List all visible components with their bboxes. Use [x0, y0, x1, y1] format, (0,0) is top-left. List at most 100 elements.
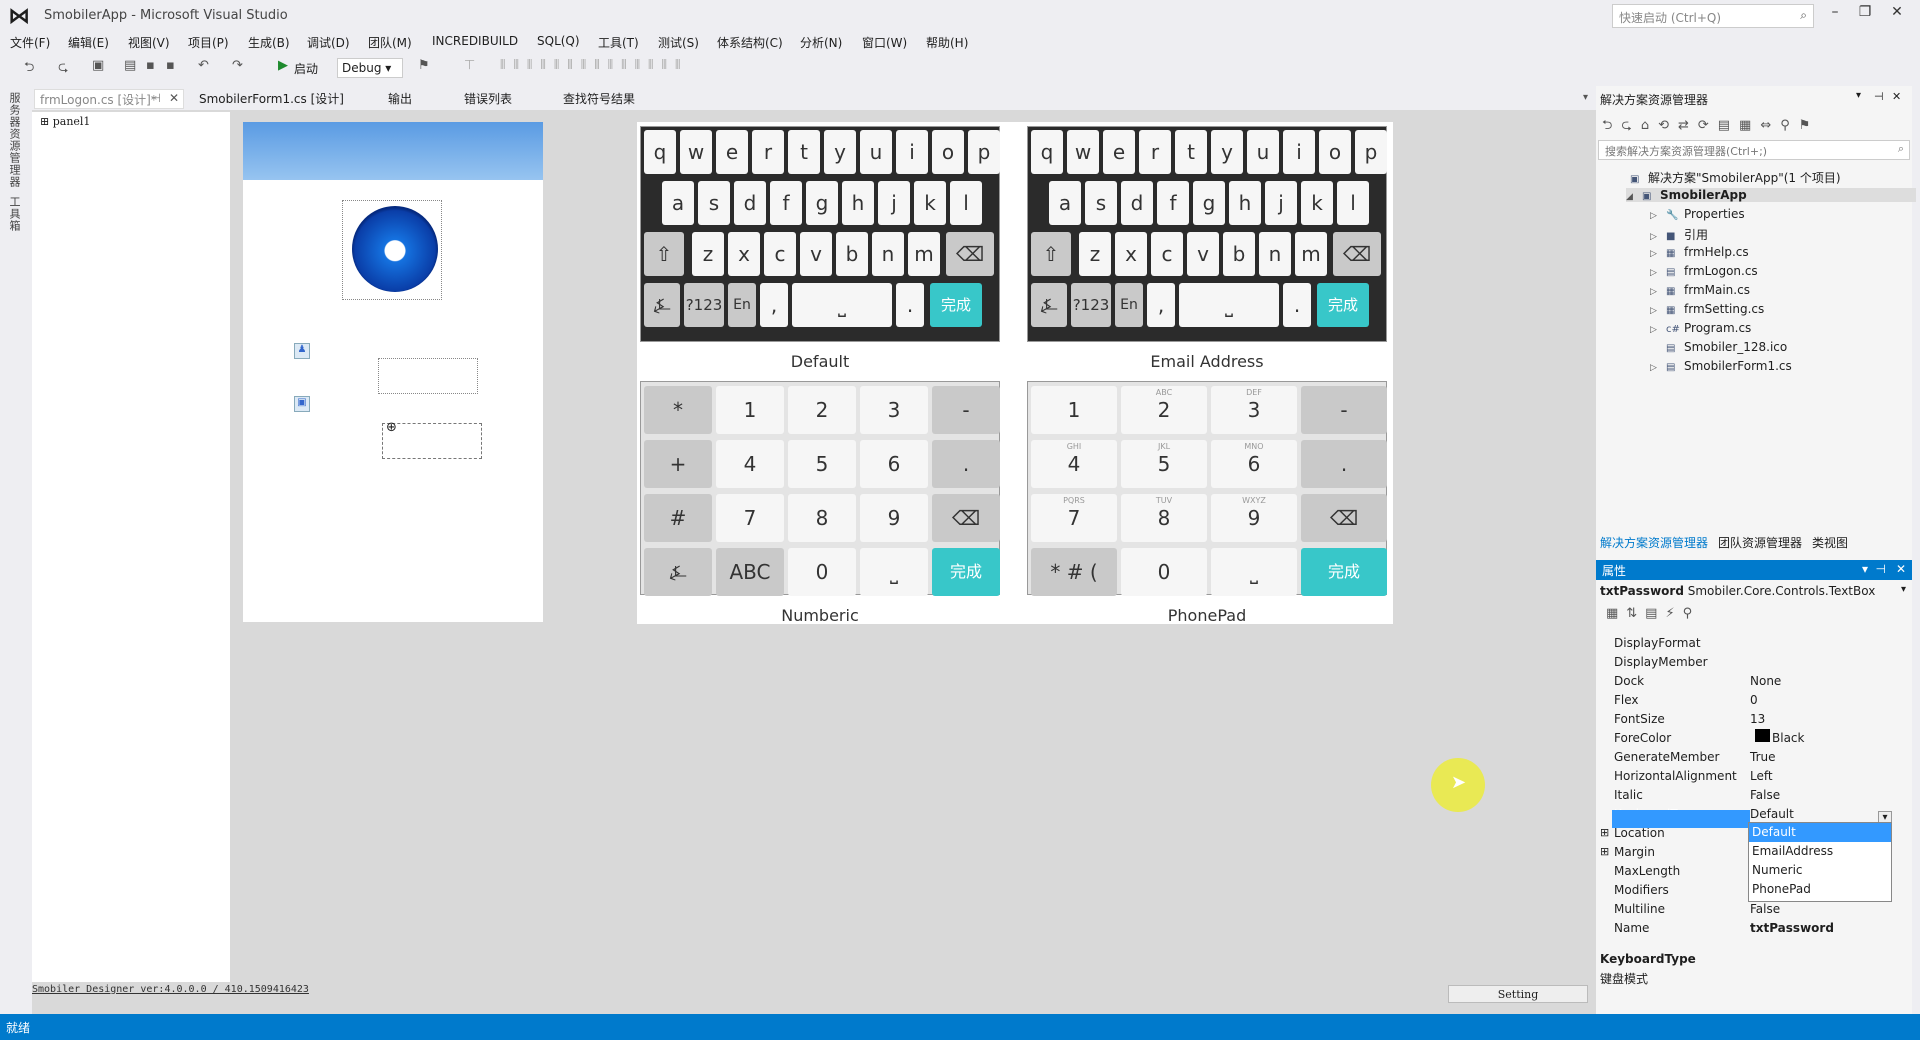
panel-dropdown-icon[interactable]: ▾	[1856, 90, 1861, 101]
expand-arrow-icon[interactable]: ▷	[1650, 306, 1666, 316]
dropdown-option[interactable]: PhonePad	[1749, 880, 1891, 899]
back-icon[interactable]: ⮌	[24, 58, 34, 80]
pin-icon[interactable]: ⊣	[1874, 90, 1884, 103]
new-project-icon[interactable]: ▣	[92, 58, 104, 73]
restore-button[interactable]: ❐	[1850, 4, 1880, 26]
solution-item[interactable]: ▷ 🔧 Properties	[1650, 207, 1745, 221]
save-all-icon[interactable]: ▪	[166, 58, 175, 73]
solution-item[interactable]: ▷ ▦ frmMain.cs	[1650, 283, 1750, 297]
move-handle-icon[interactable]: ⊕	[386, 420, 397, 435]
menu-build[interactable]: 生成(B)	[248, 34, 290, 51]
attach-icon[interactable]: ⚑	[418, 58, 430, 73]
layout-tools-icon[interactable]: ⫴⫴⫴⫴⫴⫴⫴⫴⫴⫴⫴⫴⫴⫴	[500, 58, 688, 73]
property-row[interactable]: GenerateMember True	[1612, 748, 1888, 767]
designer-version-link[interactable]: Smobiler Designer ver:4.0.0.0 / 410.1509…	[32, 984, 309, 995]
menu-tools[interactable]: 工具(T)	[598, 34, 639, 51]
redo-icon[interactable]: ↷	[232, 58, 243, 73]
close-button[interactable]: ✕	[1882, 4, 1912, 26]
close-panel-icon[interactable]: ✕	[1896, 562, 1906, 576]
menu-team[interactable]: 团队(M)	[368, 34, 412, 51]
tab-solution-explorer[interactable]: 解决方案资源管理器	[1600, 534, 1708, 551]
solution-item[interactable]: ▷ ▤ SmobilerForm1.cs	[1650, 359, 1792, 373]
menu-architecture[interactable]: 体系结构(C)	[717, 34, 783, 51]
property-row[interactable]: Flex 0	[1612, 691, 1888, 710]
pin-icon[interactable]: ⊣	[1876, 562, 1886, 576]
property-row[interactable]: DisplayMember	[1612, 653, 1888, 672]
expand-arrow-icon[interactable]: ▷	[1650, 287, 1666, 297]
solution-item[interactable]: ◢ ▣ SmobilerApp	[1626, 188, 1916, 202]
toolbox-tab[interactable]: 工具箱	[6, 196, 22, 232]
tab-find-symbol-results[interactable]: 查找符号结果	[558, 89, 640, 109]
expand-icon[interactable]: ⊞	[1600, 826, 1609, 839]
solution-item[interactable]: ▷ ▦ frmSetting.cs	[1650, 302, 1764, 316]
username-textbox[interactable]	[378, 358, 478, 394]
property-row[interactable]: DisplayFormat	[1612, 634, 1888, 653]
expand-arrow-icon[interactable]: ▷	[1650, 363, 1666, 373]
menu-project[interactable]: 项目(P)	[188, 34, 229, 51]
forward-icon[interactable]: ⮎	[58, 58, 68, 80]
close-panel-icon[interactable]: ✕	[1892, 90, 1901, 103]
tab-frmlogon-designer[interactable]: frmLogon.cs [设计]* ⊣ ✕	[34, 89, 184, 109]
expand-icon[interactable]: ⊞	[1600, 845, 1609, 858]
tab-class-view[interactable]: 类视图	[1812, 534, 1848, 551]
tab-smobilerform1-designer[interactable]: SmobilerForm1.cs [设计]	[194, 89, 349, 109]
undo-icon[interactable]: ↶	[198, 58, 209, 73]
expand-arrow-icon[interactable]: ▷	[1650, 211, 1666, 221]
menu-view[interactable]: 视图(V)	[128, 34, 170, 51]
solution-item[interactable]: ▷ c# Program.cs	[1650, 321, 1751, 335]
close-tab-icon[interactable]: ✕	[169, 91, 179, 105]
property-row[interactable]: Multiline False	[1612, 900, 1888, 919]
server-explorer-tab[interactable]: 服务器资源管理器	[6, 92, 22, 188]
solution-item[interactable]: ▷ ▤ frmLogon.cs	[1650, 264, 1758, 278]
minimize-button[interactable]: –	[1820, 4, 1850, 26]
menu-window[interactable]: 窗口(W)	[862, 34, 907, 51]
solution-item[interactable]: ▷ ▦ frmHelp.cs	[1650, 245, 1749, 259]
menu-incredibuild[interactable]: INCREDIBUILD	[432, 34, 518, 48]
property-row[interactable]: Dock None	[1612, 672, 1888, 691]
tab-error-list[interactable]: 错误列表	[459, 89, 517, 109]
expand-arrow-icon[interactable]: ◢	[1626, 192, 1642, 202]
dropdown-option[interactable]: EmailAddress	[1749, 842, 1891, 861]
quick-launch-input[interactable]: 快速启动 (Ctrl+Q) ⌕	[1612, 4, 1814, 28]
menu-sql[interactable]: SQL(Q)	[537, 34, 580, 48]
open-file-icon[interactable]: ▤	[124, 58, 136, 73]
properties-toolbar-icons[interactable]: ▦⇅▤⚡⚲	[1606, 606, 1700, 621]
property-row[interactable]: FontSize 13	[1612, 710, 1888, 729]
expand-arrow-icon[interactable]: ▷	[1650, 268, 1666, 278]
property-row[interactable]: Name txtPassword	[1612, 919, 1888, 938]
menu-file[interactable]: 文件(F)	[10, 34, 50, 51]
setting-button[interactable]: Setting	[1448, 985, 1588, 1003]
expand-arrow-icon[interactable]: ▷	[1650, 325, 1666, 335]
tab-overflow-icon[interactable]: ▾	[1583, 92, 1588, 103]
solution-item[interactable]: ▷ ■ 引用	[1650, 226, 1708, 243]
password-textbox-selected[interactable]	[382, 423, 482, 459]
align-icon[interactable]: ⊤	[464, 58, 475, 73]
configuration-select[interactable]: Debug ▾	[337, 58, 403, 78]
solution-item[interactable]: ▤ Smobiler_128.ico	[1650, 340, 1787, 354]
tab-team-explorer[interactable]: 团队资源管理器	[1718, 534, 1802, 551]
expand-icon[interactable]: ⊞	[40, 115, 49, 128]
dropdown-option[interactable]: Default	[1749, 823, 1891, 842]
dropdown-option[interactable]: Numeric	[1749, 861, 1891, 880]
solution-toolbar-icons[interactable]: ⮌⮎⌂⟲⇄⟳▤▦⇔⚲⚑	[1602, 116, 1819, 138]
save-icon[interactable]: ▪	[146, 58, 155, 73]
menu-test[interactable]: 测试(S)	[658, 34, 699, 51]
property-row[interactable]: ForeColor Black	[1612, 729, 1888, 748]
solution-item[interactable]: ▣ 解决方案"SmobilerApp"(1 个项目)	[1614, 169, 1841, 186]
menu-analyze[interactable]: 分析(N)	[800, 34, 842, 51]
pin-icon[interactable]: ⊣	[151, 91, 161, 105]
expand-arrow-icon[interactable]: ▷	[1650, 232, 1666, 242]
tree-node-panel1[interactable]: ⊞ panel1	[40, 115, 90, 128]
solution-search-input[interactable]: 搜索解决方案资源管理器(Ctrl+;) ⌕	[1598, 140, 1910, 160]
object-selector[interactable]: txtPassword Smobiler.Core.Controls.TextB…	[1600, 584, 1906, 602]
property-row[interactable]: HorizontalAlignment Left	[1612, 767, 1888, 786]
menu-debug[interactable]: 调试(D)	[307, 34, 350, 51]
expand-arrow-icon[interactable]: ▷	[1650, 249, 1666, 259]
tab-output[interactable]: 输出	[383, 89, 417, 109]
panel-dropdown-icon[interactable]: ▾	[1862, 562, 1868, 576]
start-icon[interactable]: ▶	[278, 58, 288, 73]
menu-help[interactable]: 帮助(H)	[926, 34, 968, 51]
property-row[interactable]: Italic False	[1612, 786, 1888, 805]
start-button-label[interactable]: 启动	[294, 60, 318, 77]
menu-edit[interactable]: 编辑(E)	[68, 34, 109, 51]
